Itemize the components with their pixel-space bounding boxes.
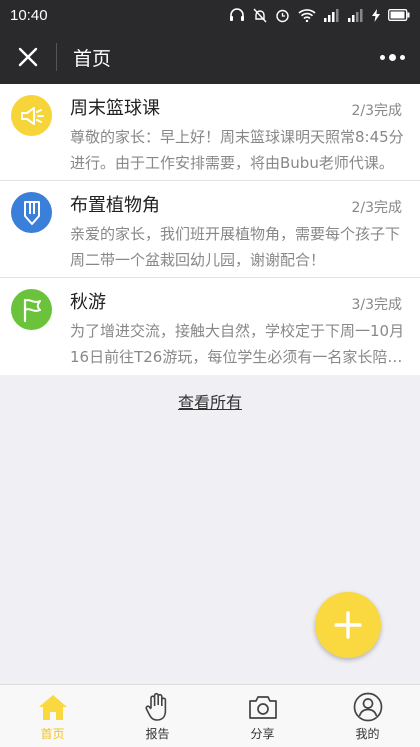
- item-title: 周末篮球课: [70, 98, 160, 119]
- tab-label: 分享: [250, 727, 275, 741]
- hand-icon: [142, 691, 174, 723]
- tab-label: 首页: [40, 727, 65, 741]
- item-description: 为了增进交流，接触大自然，学校定于下周一10月16日前往T26游玩，每位学生必须…: [70, 322, 405, 366]
- list-item[interactable]: 布置植物角 2/3完成 亲爱的家长，我们班开展植物角，需要每个孩子下周二带一个盆…: [0, 181, 420, 278]
- nav-bar: 首页: [0, 30, 420, 84]
- alarm-icon: [276, 9, 289, 22]
- item-description: 亲爱的家长，我们班开展植物角，需要每个孩子下周二带一个盆栽回幼儿园，谢谢配合！: [70, 225, 401, 269]
- item-status: 2/3完成: [351, 200, 402, 216]
- tab-share[interactable]: 分享: [210, 685, 315, 747]
- view-all-link[interactable]: 查看所有: [0, 389, 420, 413]
- item-description: 尊敬的家长：早上好！周末篮球课明天照常8:45分进行。由于工作安排需要，将由Bu…: [70, 128, 404, 172]
- close-button[interactable]: [0, 30, 56, 84]
- tab-bar: 首页 报告 分享 我的: [0, 684, 420, 747]
- plus-icon: [334, 611, 362, 639]
- megaphone-icon: [11, 95, 52, 136]
- tab-mine[interactable]: 我的: [315, 685, 420, 747]
- list-item[interactable]: 周末篮球课 2/3完成 尊敬的家长：早上好！周末篮球课明天照常8:45分进行。由…: [0, 84, 420, 181]
- signal-icon: [324, 8, 339, 22]
- more-button[interactable]: [364, 30, 420, 84]
- tab-label: 我的: [355, 727, 380, 741]
- headphones-icon: [230, 8, 244, 21]
- tab-report[interactable]: 报告: [105, 685, 210, 747]
- list-item[interactable]: 秋游 3/3完成 为了增进交流，接触大自然，学校定于下周一10月16日前往T26…: [0, 278, 420, 375]
- mute-bell-icon: [253, 8, 267, 22]
- item-status: 2/3完成: [351, 103, 402, 119]
- charging-icon: [372, 8, 380, 22]
- page-title: 首页: [73, 47, 112, 70]
- signal-2-icon: [348, 8, 363, 22]
- flag-icon: [11, 289, 52, 330]
- nav-divider: [56, 43, 57, 71]
- more-dot-icon: [379, 54, 385, 60]
- item-title: 秋游: [70, 292, 106, 313]
- tab-label: 报告: [145, 727, 170, 741]
- status-bar: 10:40: [0, 0, 420, 30]
- home-icon: [37, 691, 69, 723]
- item-title: 布置植物角: [70, 195, 160, 216]
- user-icon: [352, 691, 384, 723]
- more-dot-icon: [399, 54, 405, 60]
- status-icons: [229, 8, 410, 23]
- add-button[interactable]: [315, 592, 381, 658]
- more-dot-icon: [388, 53, 396, 61]
- camera-icon: [247, 691, 279, 723]
- battery-icon: [388, 9, 410, 21]
- status-time: 10:40: [10, 6, 48, 24]
- tab-home[interactable]: 首页: [0, 685, 105, 747]
- wifi-icon: [298, 8, 316, 22]
- item-status: 3/3完成: [351, 297, 402, 313]
- close-icon: [18, 47, 38, 67]
- pencil-icon: [11, 192, 52, 233]
- task-list: 周末篮球课 2/3完成 尊敬的家长：早上好！周末篮球课明天照常8:45分进行。由…: [0, 84, 420, 375]
